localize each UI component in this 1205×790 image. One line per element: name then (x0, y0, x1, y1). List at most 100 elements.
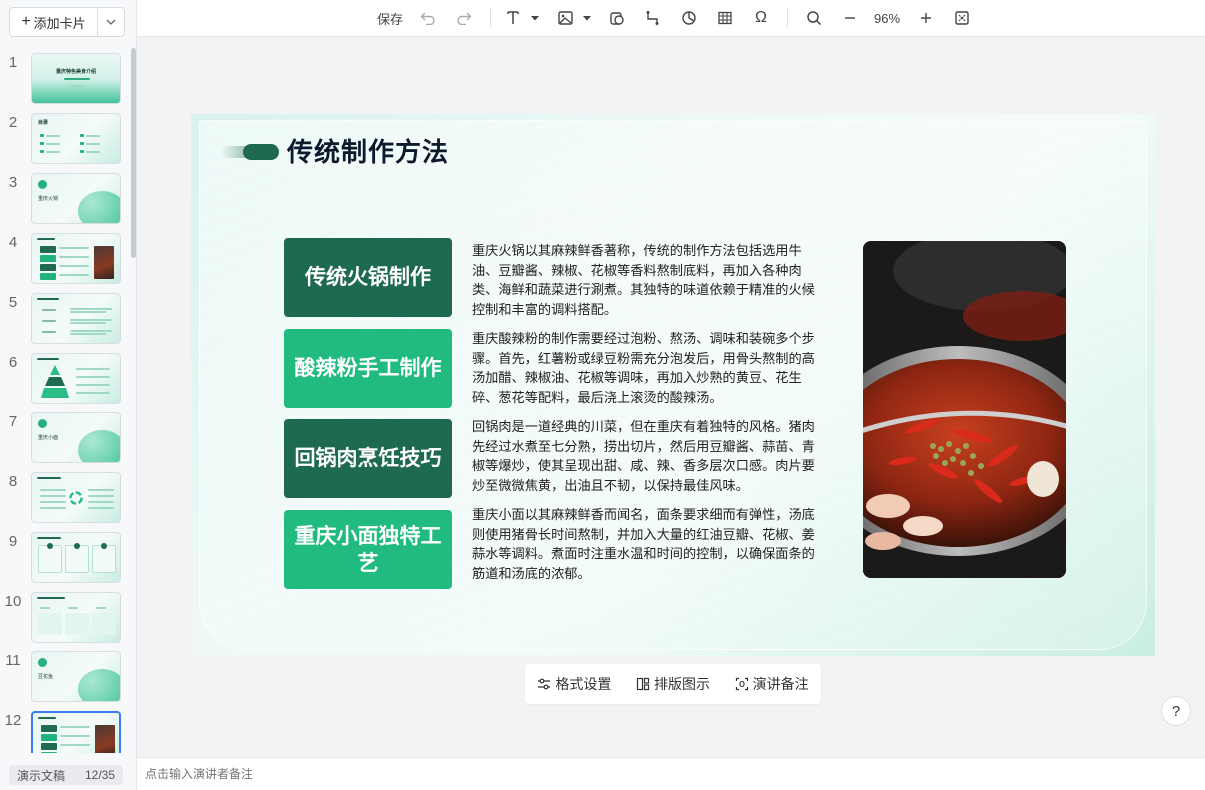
slide-thumbnail[interactable]: 豆花鱼 (31, 651, 121, 702)
add-card-control: + 添加卡片 (9, 7, 125, 37)
slide-thumbnail[interactable]: 重庆小面 (31, 412, 121, 463)
format-settings-label: 格式设置 (555, 676, 612, 692)
thumbnail-title: 重庆火锅 (38, 196, 59, 202)
slide-title[interactable]: 传统制作方法 (287, 132, 449, 169)
slide-number: 11 (5, 652, 21, 669)
slide-thumbnail[interactable] (31, 353, 121, 404)
slide-thumbnail-row[interactable]: 5 (0, 290, 130, 345)
toolbar-divider (490, 9, 491, 27)
method-label-noodles[interactable]: 酸辣粉手工制作 (284, 329, 452, 408)
method-label-pork[interactable]: 回锅肉烹饪技巧 (284, 419, 452, 498)
text-tool-button[interactable] (503, 8, 541, 28)
thumbnail-title: 重庆小面 (38, 435, 59, 441)
connector-tool-button[interactable] (643, 8, 663, 28)
top-toolbar: 保存 Ω 96% (137, 0, 1205, 37)
current-slide[interactable]: 传统制作方法 传统火锅制作 重庆火锅以其麻辣鲜香著称，传统的制作方法包括选用牛油… (191, 114, 1155, 656)
method-text-pork[interactable]: 回锅肉是一道经典的川菜，但在重庆有着独特的风格。猪肉先经过水煮至七分熟，捞出切片… (472, 417, 826, 495)
image-icon (558, 11, 591, 25)
title-decoration (221, 144, 279, 160)
chart-tool-button[interactable] (679, 8, 699, 28)
slide-sidebar: + 添加卡片 1 重庆特色美食介绍 2 目录 3 重庆火锅 4 5 6 7 重庆… (0, 0, 137, 790)
slide-thumbnail[interactable] (31, 532, 121, 583)
connector-icon (646, 11, 659, 25)
slide-thumbnail-row[interactable]: 7 重庆小面 (0, 409, 130, 464)
slide-thumbnail-row[interactable]: 3 重庆火锅 (0, 170, 130, 225)
thumbnail-title: 豆花鱼 (38, 674, 54, 680)
symbol-tool-button[interactable]: Ω (751, 8, 771, 28)
slide-thumbnail-row[interactable]: 2 目录 (0, 110, 130, 165)
zoom-in-button[interactable] (916, 8, 936, 28)
undo-button[interactable] (417, 8, 439, 28)
slide-thumbnail-row[interactable]: 4 (0, 230, 130, 285)
page-counter: 12/35 (84, 768, 115, 782)
document-label: 演示文稿 (17, 768, 66, 783)
zoom-out-button[interactable] (840, 8, 860, 28)
slide-thumbnail-list[interactable]: 1 重庆特色美食介绍 2 目录 3 重庆火锅 4 5 6 7 重庆小面 8 9 … (0, 50, 130, 753)
add-card-label: 添加卡片 (33, 15, 86, 31)
method-text-hotpot[interactable]: 重庆火锅以其麻辣鲜香著称，传统的制作方法包括选用牛油、豆瓣酱、辣椒、花椒等香料熬… (472, 241, 826, 319)
pyramid-graphic (41, 365, 69, 398)
zoom-level[interactable]: 96% (866, 8, 908, 28)
speaker-notes-input[interactable] (145, 767, 545, 781)
slide-thumbnail-row[interactable]: 9 (0, 529, 130, 584)
slide-number: 12 (4, 712, 22, 729)
shape-tool-button[interactable] (607, 8, 627, 28)
chevron-down-icon (106, 19, 116, 25)
method-label-xiaomian[interactable]: 重庆小面独特工艺 (284, 510, 452, 589)
plus-icon: + (21, 13, 31, 30)
toolbar-divider (787, 9, 788, 27)
format-settings-button[interactable]: 格式设置 (537, 674, 611, 694)
shape-icon (610, 12, 624, 25)
search-button[interactable] (804, 8, 824, 28)
minus-icon (845, 17, 855, 19)
speaker-notes-label: 演讲备注 (752, 676, 809, 692)
slide-thumbnail[interactable] (31, 472, 121, 523)
editor-canvas[interactable]: 传统制作方法 传统火锅制作 重庆火锅以其麻辣鲜香著称，传统的制作方法包括选用牛油… (137, 37, 1205, 757)
layout-icon (636, 677, 650, 691)
slide-thumbnail-active[interactable] (31, 711, 121, 753)
slide-bottom-tabs: 格式设置 排版图示 演讲备注 (525, 664, 821, 704)
slide-thumbnail-row[interactable]: 12 (0, 708, 130, 753)
layout-diagram-label: 排版图示 (653, 676, 710, 692)
help-button[interactable]: ? (1161, 696, 1191, 726)
slide-thumbnail-row[interactable]: 8 (0, 469, 130, 524)
slide-thumbnail[interactable]: 目录 (31, 113, 121, 164)
hotpot-photo[interactable] (863, 241, 1066, 578)
add-card-button[interactable]: + 添加卡片 (10, 8, 98, 36)
plus-icon (921, 13, 931, 23)
slide-thumbnail-row[interactable]: 11 豆花鱼 (0, 648, 130, 703)
slide-thumbnail[interactable] (31, 233, 121, 284)
image-tool-button[interactable] (555, 8, 593, 28)
slide-thumbnail[interactable]: 重庆特色美食介绍 (31, 53, 121, 104)
pie-chart-icon (682, 11, 696, 25)
redo-button[interactable] (453, 8, 475, 28)
speaker-notes-button[interactable]: 演讲备注 (735, 674, 809, 694)
slide-thumbnail[interactable]: 重庆火锅 (31, 173, 121, 224)
method-text-noodles[interactable]: 重庆酸辣粉的制作需要经过泡粉、熬汤、调味和装碗多个步骤。首先，红薯粉或绿豆粉需充… (472, 329, 826, 407)
slide-number: 7 (8, 413, 18, 430)
thumbnail-title: 目录 (38, 120, 49, 126)
hotpot-image (863, 241, 1066, 578)
slide-thumbnail-row[interactable]: 6 (0, 350, 130, 405)
speaker-notes-icon (735, 677, 748, 691)
slide-thumbnail-row[interactable]: 10 (0, 589, 130, 644)
sidebar-scrollbar[interactable] (131, 48, 136, 258)
method-label-hotpot[interactable]: 传统火锅制作 (284, 238, 452, 317)
text-icon (507, 11, 539, 24)
layout-diagram-button[interactable]: 排版图示 (636, 674, 710, 694)
slide-thumbnail[interactable] (31, 592, 121, 643)
method-text-xiaomian[interactable]: 重庆小面以其麻辣鲜香而闻名，面条要求细而有弹性，汤底则使用猪骨长时间熬制，并加入… (472, 505, 826, 583)
slide-number: 5 (8, 294, 18, 311)
table-icon (718, 11, 732, 25)
slide-number: 8 (8, 473, 18, 490)
save-button[interactable]: 保存 (374, 8, 406, 28)
fit-screen-button[interactable] (952, 8, 972, 28)
sliders-icon (538, 678, 551, 690)
slide-number: 10 (4, 593, 22, 610)
slide-thumbnail[interactable] (31, 293, 121, 344)
search-icon (807, 11, 822, 26)
table-tool-button[interactable] (715, 8, 735, 28)
slide-number: 6 (8, 354, 18, 371)
slide-thumbnail-row[interactable]: 1 重庆特色美食介绍 (0, 50, 130, 105)
add-card-dropdown[interactable] (98, 8, 124, 36)
